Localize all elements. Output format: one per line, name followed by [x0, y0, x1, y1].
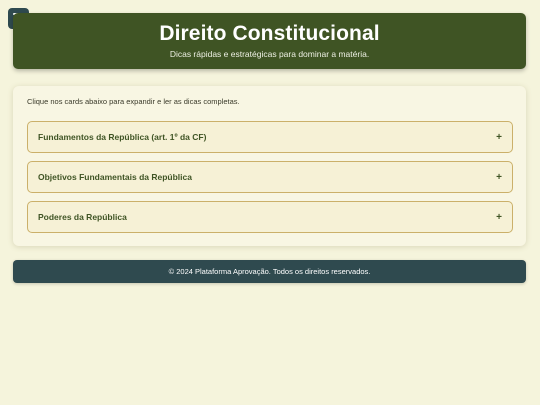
plus-icon[interactable]: +	[496, 212, 502, 223]
page-footer: © 2024 Plataforma Aprovação. Todos os di…	[13, 260, 526, 283]
card-title: Objetivos Fundamentais da República	[38, 172, 192, 182]
card-title: Poderes da República	[38, 212, 127, 222]
card-poderes[interactable]: Poderes da República +	[27, 201, 513, 233]
page-subtitle: Dicas rápidas e estratégicas para domina…	[169, 49, 370, 59]
card-title: Fundamentos da República (art. 1º da CF)	[38, 132, 207, 142]
page-title: Direito Constitucional	[159, 22, 380, 45]
plus-icon[interactable]: +	[496, 132, 502, 143]
panel-intro: Clique nos cards abaixo para expandir e …	[27, 97, 240, 106]
plus-icon[interactable]: +	[496, 172, 502, 183]
tips-panel: Clique nos cards abaixo para expandir e …	[13, 86, 526, 246]
footer-text: © 2024 Plataforma Aprovação. Todos os di…	[168, 267, 371, 276]
card-fundamentos[interactable]: Fundamentos da República (art. 1º da CF)…	[27, 121, 513, 153]
card-objetivos[interactable]: Objetivos Fundamentais da República +	[27, 161, 513, 193]
page-header: Direito Constitucional Dicas rápidas e e…	[13, 13, 526, 69]
